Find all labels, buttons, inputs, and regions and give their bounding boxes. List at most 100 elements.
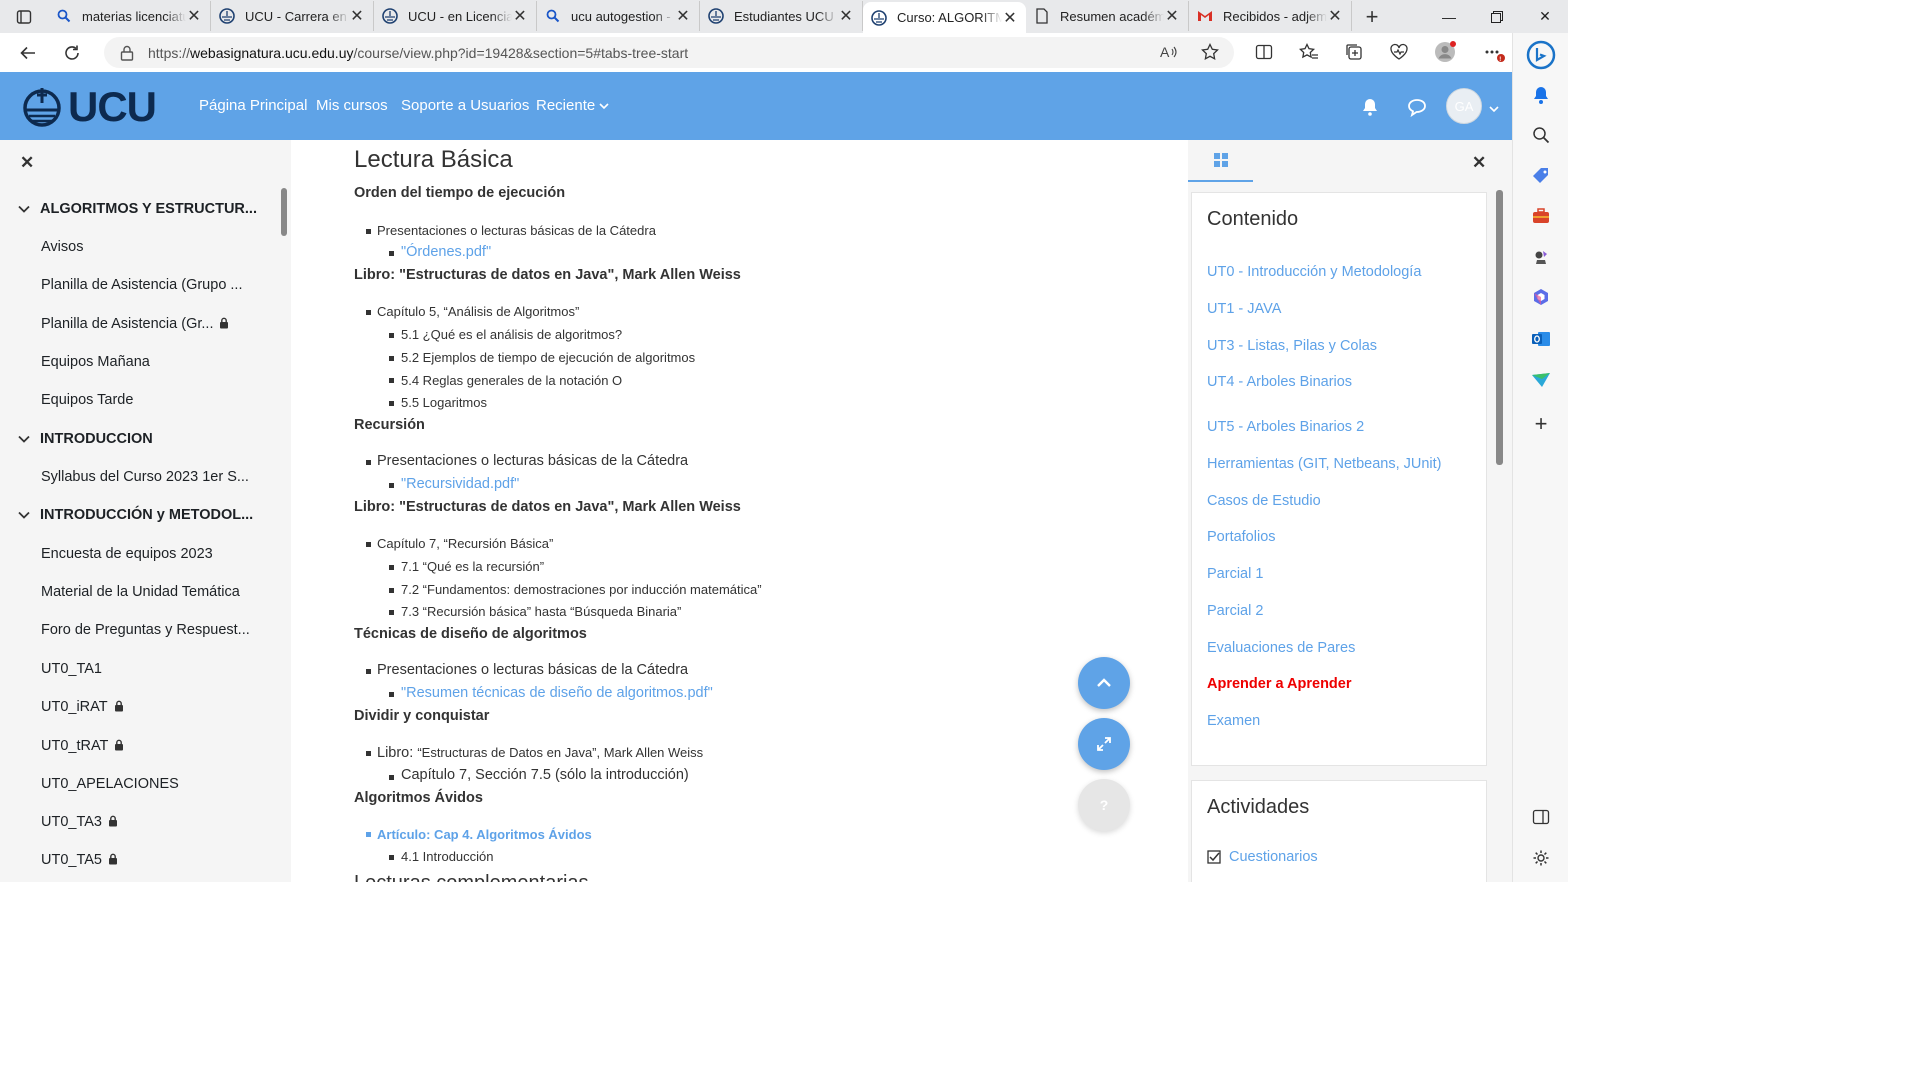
browser-essentials-icon[interactable] [1387,40,1411,64]
minimize-button[interactable]: — [1426,0,1472,33]
ucu-logo[interactable]: UCU [22,83,157,131]
toc-link[interactable]: Evaluaciones de Pares [1207,640,1355,656]
lock-icon[interactable] [120,45,134,61]
course-index-item[interactable]: Foro de Preguntas y Respuest... [41,622,251,638]
favorite-star-icon[interactable] [1198,40,1222,64]
toc-link[interactable]: UT0 - Introducción y Metodología [1207,264,1421,280]
profile-icon[interactable] [1433,40,1457,64]
course-index-scrollbar[interactable] [281,188,287,236]
toc-link[interactable]: Parcial 2 [1207,603,1263,619]
refresh-button[interactable] [50,33,94,72]
close-tab-icon[interactable]: ✕ [675,6,691,26]
course-index-item[interactable]: Encuesta de equipos 2023 [41,546,251,562]
settings-more-icon[interactable]: ! [1482,40,1506,64]
help-button[interactable]: ? [1078,779,1130,831]
blocks-tab[interactable] [1188,140,1253,182]
games-icon[interactable] [1529,245,1553,269]
browser-tab[interactable]: Curso: ALGORITM ✕ [863,2,1026,33]
read-aloud-icon[interactable]: A [1157,40,1181,64]
course-index-item[interactable]: UT0_TA5 [41,852,251,869]
close-tab-icon[interactable]: ✕ [349,6,365,26]
course-index-section[interactable]: ALGORITMOS Y ESTRUCTUR... [18,201,257,217]
messages-icon[interactable] [1407,97,1427,122]
course-index-item[interactable]: UT0_APELACIONES [41,776,251,792]
microsoft365-icon[interactable] [1529,285,1553,309]
browser-tab[interactable]: Resumen académ ✕ [1026,1,1189,31]
course-index-item[interactable]: UT0_iRAT [41,699,251,716]
toc-link[interactable]: UT5 - Arboles Binarios 2 [1207,419,1364,435]
tools-briefcase-icon[interactable] [1529,204,1553,228]
new-tab-button[interactable]: + [1352,0,1392,33]
chevron-down-icon[interactable] [18,435,32,443]
course-index-section[interactable]: INTRODUCCION [18,431,153,447]
url-bar[interactable]: https://webasignatura.ucu.edu.uy/course/… [104,37,1234,68]
chevron-down-icon[interactable] [18,511,32,519]
collections-icon[interactable] [1342,40,1366,64]
close-block-drawer-icon[interactable]: ✕ [1472,153,1486,173]
course-index-item[interactable]: Equipos Mañana [41,354,251,370]
course-index-item[interactable]: Planilla de Asistencia (Gr... [41,316,251,333]
articulo-avidos-link[interactable]: Artículo: Cap 4. Algoritmos Ávidos [377,827,592,842]
nav-soporte[interactable]: Soporte a Usuarios [401,97,529,114]
toc-link[interactable]: Examen [1207,713,1260,729]
workspaces-icon[interactable] [0,0,48,33]
browser-tab[interactable]: UCU - en Licencia ✕ [374,1,537,31]
course-index-item[interactable]: Material de la Unidad Temática [41,584,251,600]
shopping-tag-icon[interactable] [1529,164,1553,188]
ordenes-pdf-link[interactable]: "Órdenes.pdf" [401,244,491,260]
course-index-section[interactable]: INTRODUCCIÓN y METODOL... [18,507,253,523]
notifications-icon[interactable] [1529,83,1553,107]
close-window-button[interactable]: ✕ [1522,0,1568,33]
resumen-tecnicas-pdf-link[interactable]: "Resumen técnicas de diseño de algoritmo… [401,685,713,701]
search-icon[interactable] [1529,123,1553,147]
send-drop-icon[interactable] [1529,368,1553,392]
close-tab-icon[interactable]: ✕ [1164,6,1180,26]
bing-copilot-icon[interactable] [1525,39,1557,71]
gear-icon[interactable] [1529,846,1553,870]
block-drawer-scrollbar[interactable] [1496,190,1503,465]
browser-tab[interactable]: Estudiantes UCU | ✕ [700,1,863,31]
toc-link[interactable]: Herramientas (GIT, Netbeans, JUnit) [1207,456,1442,472]
browser-tab[interactable]: ucu autogestion - ✕ [537,1,700,31]
course-index-item[interactable]: UT0_TA3 [41,814,251,831]
course-index-item[interactable]: UT0_TA1 [41,661,251,677]
course-index-item[interactable]: UT0_tRAT [41,738,251,755]
outlook-icon[interactable] [1529,327,1553,351]
toc-link[interactable]: Aprender a Aprender [1207,676,1352,692]
close-tab-icon[interactable]: ✕ [512,6,528,26]
user-menu-chevron-icon[interactable] [1489,100,1499,118]
maximize-button[interactable] [1474,0,1520,33]
toc-link[interactable]: Parcial 1 [1207,566,1263,582]
toc-link[interactable]: Casos de Estudio [1207,493,1321,509]
close-tab-icon[interactable]: ✕ [1327,6,1343,26]
split-screen-icon[interactable] [1252,40,1276,64]
close-tab-icon[interactable]: ✕ [186,6,202,26]
chevron-down-icon[interactable] [18,205,32,213]
sidebar-panel-toggle-icon[interactable] [1529,805,1553,829]
course-index-item[interactable]: Planilla de Asistencia (Grupo ... [41,277,251,293]
close-course-index-icon[interactable]: ✕ [20,153,34,173]
toc-link[interactable]: Portafolios [1207,529,1276,545]
recursividad-pdf-link[interactable]: "Recursividad.pdf" [401,476,519,492]
bell-icon[interactable] [1360,97,1380,122]
close-tab-icon[interactable]: ✕ [1002,8,1018,28]
back-button[interactable] [6,33,50,72]
browser-tab[interactable]: Recibidos - adjem ✕ [1189,1,1352,31]
course-index-item[interactable]: Syllabus del Curso 2023 1er S... [41,469,251,485]
add-sidebar-app-icon[interactable]: + [1529,411,1553,436]
browser-tab[interactable]: materias licenciatu ✕ [48,1,211,31]
toc-link[interactable]: UT3 - Listas, Pilas y Colas [1207,338,1377,354]
toc-link[interactable]: UT4 - Arboles Binarios [1207,374,1352,390]
nav-pagina-principal[interactable]: Página Principal [199,97,307,114]
avatar[interactable]: GA [1446,88,1482,124]
scroll-top-button[interactable] [1078,657,1130,709]
toc-link[interactable]: UT1 - JAVA [1207,301,1281,317]
nav-mis-cursos[interactable]: Mis cursos [316,97,388,114]
fullscreen-toggle-button[interactable] [1078,718,1130,770]
actividades-item[interactable]: Cuestionarios [1207,849,1318,865]
course-index-item[interactable]: Equipos Tarde [41,392,251,408]
favorites-icon[interactable] [1297,40,1321,64]
close-tab-icon[interactable]: ✕ [838,6,854,26]
browser-tab[interactable]: UCU - Carrera en I ✕ [211,1,374,31]
course-index-item[interactable]: Avisos [41,239,251,255]
